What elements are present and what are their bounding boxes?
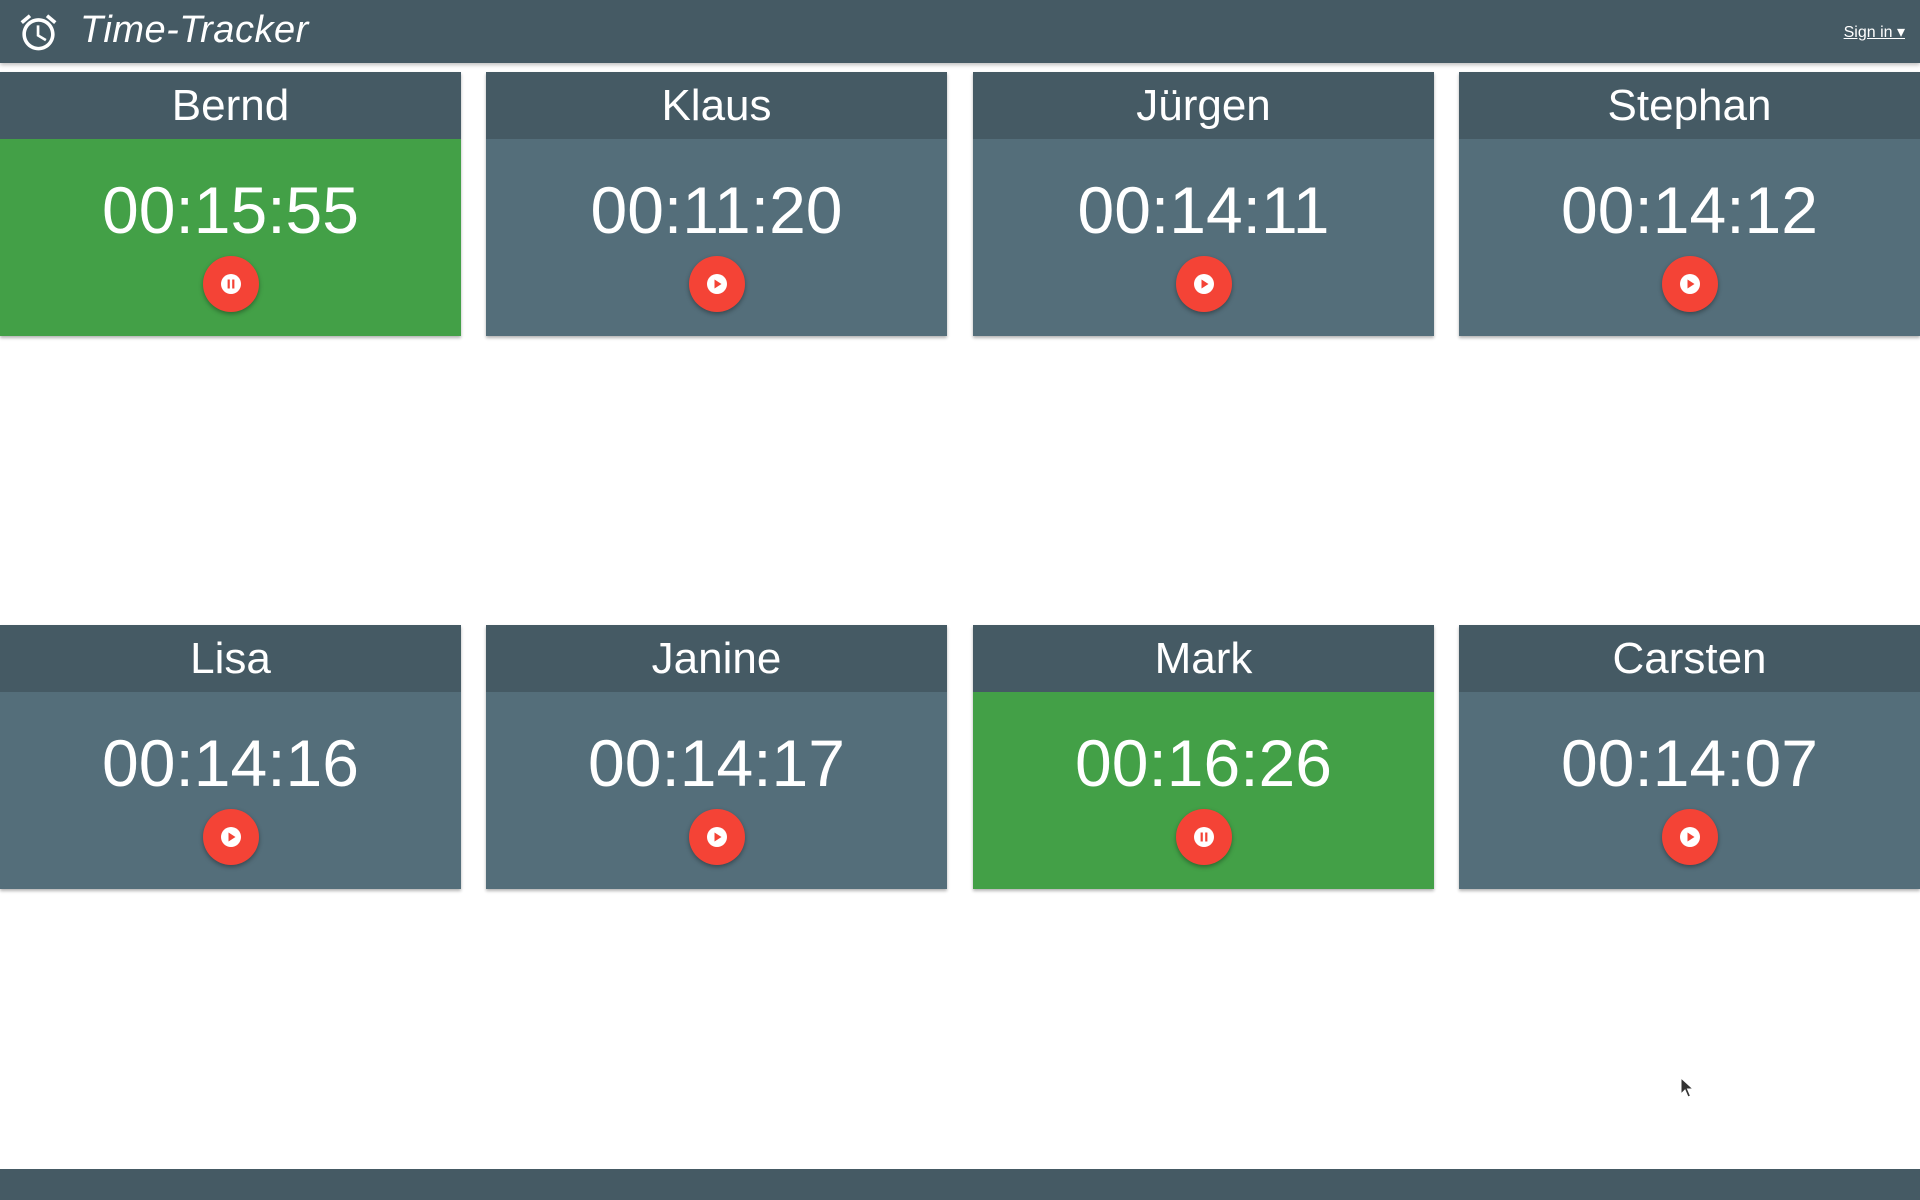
timer-time: 00:14:12 — [1561, 173, 1818, 247]
pause-button[interactable] — [203, 256, 259, 312]
play-icon — [1194, 274, 1214, 294]
pause-icon — [1194, 827, 1214, 847]
timer-name: Mark — [973, 625, 1434, 692]
play-button[interactable] — [689, 256, 745, 312]
timer-name: Carsten — [1459, 625, 1920, 692]
timer-time: 00:14:17 — [588, 726, 845, 800]
timer-card-janine: Janine 00:14:17 — [486, 625, 947, 889]
pause-icon — [221, 274, 241, 294]
play-button[interactable] — [689, 809, 745, 865]
play-icon — [707, 827, 727, 847]
play-icon — [1680, 274, 1700, 294]
timer-time: 00:15:55 — [102, 173, 359, 247]
mouse-cursor-icon — [1680, 1077, 1694, 1098]
timer-time: 00:11:20 — [590, 173, 843, 247]
timer-name: Stephan — [1459, 72, 1920, 139]
alarm-clock-icon — [20, 14, 57, 51]
pause-button[interactable] — [1176, 809, 1232, 865]
play-button[interactable] — [1662, 809, 1718, 865]
timer-card-carsten: Carsten 00:14:07 — [1459, 625, 1920, 889]
timer-card-mark: Mark 00:16:26 — [973, 625, 1434, 889]
sign-in-link[interactable]: Sign in ▾ — [1844, 22, 1905, 42]
app-footer — [0, 1169, 1920, 1200]
app-header: Time-Tracker Sign in ▾ — [0, 0, 1920, 63]
timer-name: Lisa — [0, 625, 461, 692]
timer-time: 00:16:26 — [1075, 726, 1332, 800]
timer-card-bernd: Bernd 00:15:55 — [0, 72, 461, 336]
timer-grid: Bernd 00:15:55 Klaus 00:11:20 Jürgen 00:… — [0, 0, 1920, 1200]
timer-time: 00:14:11 — [1077, 173, 1330, 247]
play-button[interactable] — [1176, 256, 1232, 312]
timer-card-stephan: Stephan 00:14:12 — [1459, 72, 1920, 336]
play-icon — [221, 827, 241, 847]
timer-name: Klaus — [486, 72, 947, 139]
play-icon — [707, 274, 727, 294]
timer-card-klaus: Klaus 00:11:20 — [486, 72, 947, 336]
timer-name: Jürgen — [973, 72, 1434, 139]
timer-name: Janine — [486, 625, 947, 692]
timer-name: Bernd — [0, 72, 461, 139]
app-title: Time-Tracker — [80, 9, 309, 51]
play-icon — [1680, 827, 1700, 847]
timer-time: 00:14:16 — [102, 726, 359, 800]
timer-time: 00:14:07 — [1561, 726, 1818, 800]
play-button[interactable] — [203, 809, 259, 865]
play-button[interactable] — [1662, 256, 1718, 312]
timer-card-lisa: Lisa 00:14:16 — [0, 625, 461, 889]
timer-card-jurgen: Jürgen 00:14:11 — [973, 72, 1434, 336]
